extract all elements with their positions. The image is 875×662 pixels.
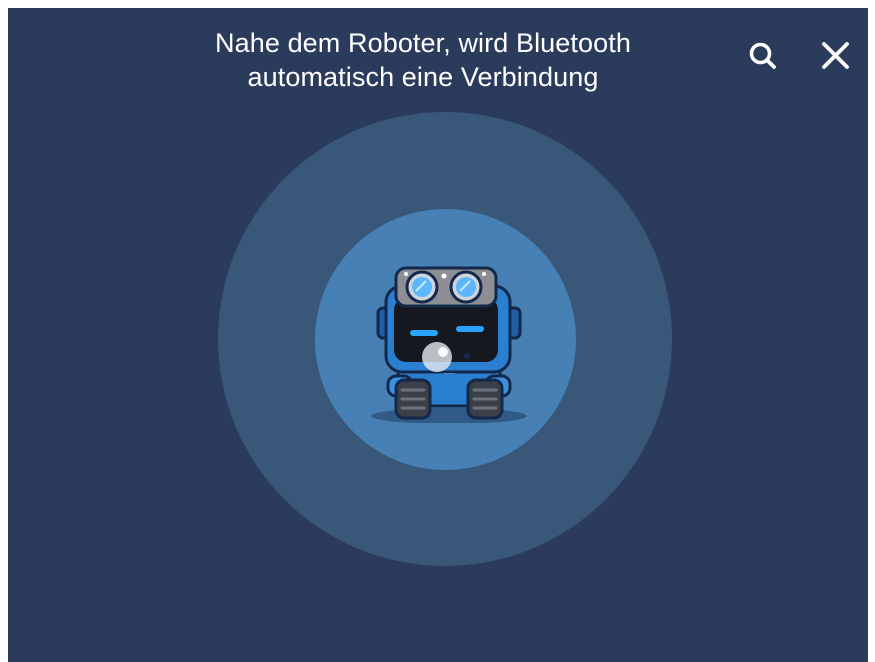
title-line-1: Nahe dem Roboter, wird Bluetooth [215, 28, 631, 58]
page-title: Nahe dem Roboter, wird Bluetooth automat… [188, 26, 658, 94]
search-icon [749, 42, 776, 69]
close-button[interactable] [816, 36, 856, 76]
robot-icon [371, 266, 527, 423]
robot-illustration [364, 248, 534, 423]
search-button[interactable] [743, 36, 783, 76]
title-line-2: automatisch eine Verbindung [247, 62, 599, 92]
close-icon [822, 42, 849, 69]
bluetooth-scan-screen: Nahe dem Roboter, wird Bluetooth automat… [8, 8, 868, 662]
